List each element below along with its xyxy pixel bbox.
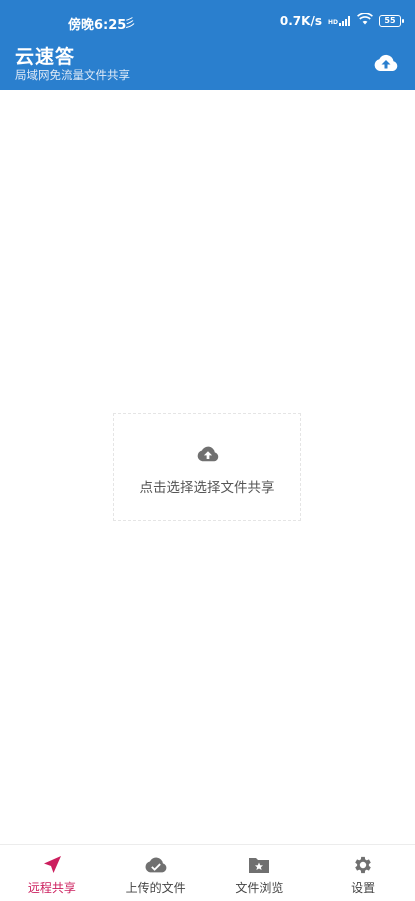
nav-item-remote-share[interactable]: 远程共享 [0,845,104,901]
bottom-navigation: 远程共享 上传的文件 文件浏览 设置 [0,844,415,901]
gear-icon [351,854,375,876]
main-content: 点击选择选择文件共享 [0,90,415,844]
nav-item-settings[interactable]: 设置 [311,845,415,901]
app-bar: 云速答 局域网免流量文件共享 [0,42,415,90]
nav-item-file-browse[interactable]: 文件浏览 [208,845,312,901]
notification-icon: 彡 [124,16,137,30]
nav-label: 上传的文件 [125,881,186,895]
nav-label: 设置 [351,881,376,895]
status-bar: 傍晚6:25 彡 0.7K/s HD 55 [0,0,415,42]
file-select-label: 点击选择选择文件共享 [139,480,275,496]
signal-tag: HD [327,18,338,26]
app-subtitle: 局域网免流量文件共享 [15,68,130,82]
network-speed: 0.7K/s [279,13,322,28]
cloud-upload-icon[interactable] [373,52,399,74]
signal-icon: HD [327,15,351,26]
battery-icon: 55 [379,14,404,27]
nav-item-uploaded-files[interactable]: 上传的文件 [104,845,208,901]
wifi-icon [357,12,373,28]
app-title: 云速答 [15,46,76,68]
navigation-arrow-icon [40,854,64,876]
cloud-upload-icon [196,444,220,464]
nav-label: 远程共享 [27,881,76,895]
nav-label: 文件浏览 [235,881,284,895]
file-select-zone[interactable]: 点击选择选择文件共享 [113,413,301,521]
status-indicators: 0.7K/s HD 55 [279,12,404,28]
cloud-check-icon [144,854,168,876]
status-time: 傍晚6:25 [68,18,127,33]
folder-star-icon [247,854,271,876]
